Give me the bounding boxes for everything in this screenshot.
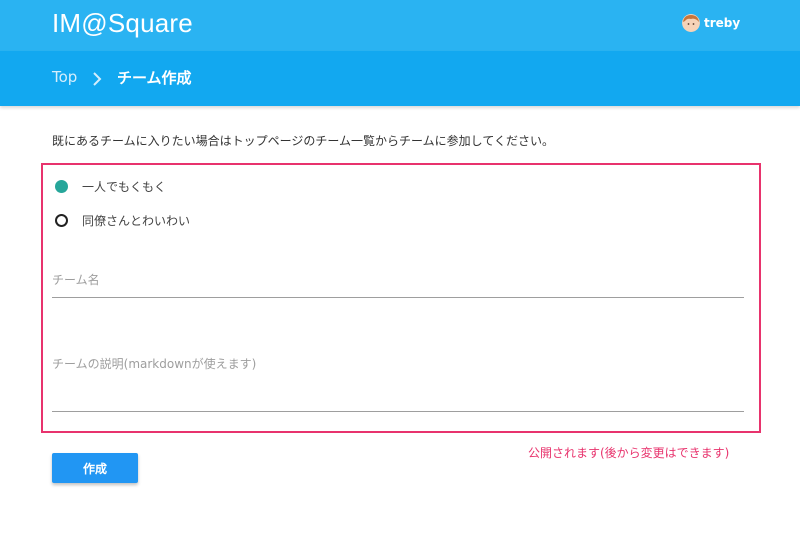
chevron-right-icon	[92, 71, 102, 86]
breadcrumb: Top チーム作成	[0, 51, 800, 106]
breadcrumb-top-link[interactable]: Top	[52, 68, 77, 86]
radio-option-label: 一人でもくもく	[82, 180, 167, 194]
radio-unchecked-icon[interactable]	[55, 214, 68, 227]
team-description-label: チームの説明(markdownが使えます)	[52, 357, 257, 371]
team-name-input[interactable]: チーム名	[52, 271, 744, 298]
create-team-button[interactable]: 作成	[52, 453, 138, 483]
radio-option-label: 同僚さんとわいわい	[82, 214, 191, 228]
radio-checked-icon[interactable]	[55, 180, 68, 193]
app-bar: IM@Square treby	[0, 0, 800, 51]
annotation-note: 公開されます(後から変更はできます)	[528, 446, 730, 460]
team-name-label: チーム名	[52, 273, 100, 287]
app-title[interactable]: IM@Square	[52, 8, 193, 39]
team-description-input[interactable]: チームの説明(markdownが使えます)	[52, 355, 744, 412]
user-avatar	[682, 14, 700, 32]
intro-text: 既にあるチームに入りたい場合はトップページのチーム一覧からチームに参加してくださ…	[52, 134, 554, 148]
radio-option-colleagues[interactable]: 同僚さんとわいわい	[55, 212, 190, 229]
user-name: treby	[704, 16, 741, 30]
user-menu[interactable]: treby	[682, 13, 740, 33]
radio-option-solo[interactable]: 一人でもくもく	[55, 178, 166, 195]
page-title: チーム作成	[117, 69, 192, 87]
